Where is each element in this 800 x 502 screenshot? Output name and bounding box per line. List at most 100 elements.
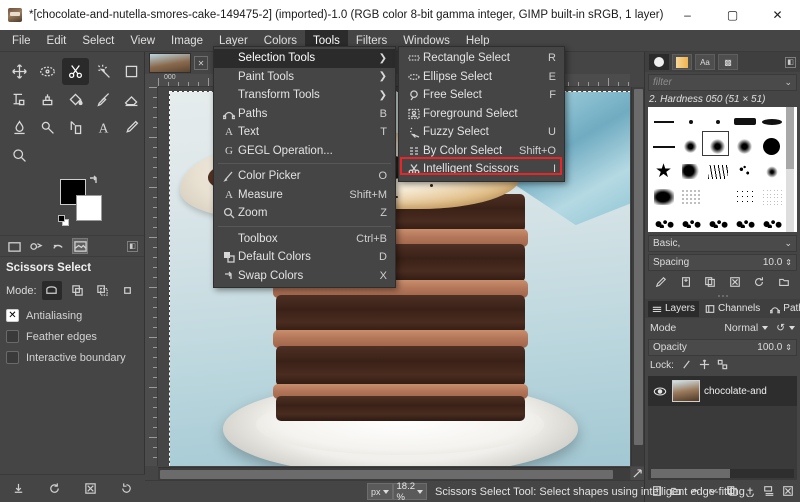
mode-add-button[interactable] [67,281,87,300]
brush-cell[interactable] [650,109,677,134]
chevron-down-icon[interactable] [762,326,769,330]
mode-replace-button[interactable] [41,281,62,300]
brush-cell[interactable] [650,209,677,232]
close-button[interactable]: ✕ [755,0,800,30]
antialiasing-option[interactable]: ✕ Antialiasing [6,309,138,322]
anchor-layer-icon[interactable] [743,484,758,499]
spinner-icon[interactable]: ⇕ [785,258,792,267]
layer-list[interactable]: chocolate-and [648,376,797,480]
eraser-tool[interactable] [118,86,145,113]
brush-grid-scrollbar[interactable] [786,107,794,232]
lock-pixels-icon[interactable] [681,359,692,373]
ellipse-select-tool[interactable] [34,58,61,85]
brush-cell[interactable] [758,184,785,209]
brush-cell[interactable] [704,184,731,209]
navigation-preview-icon[interactable] [631,467,644,480]
feather-edges-option[interactable]: Feather edges [6,330,138,343]
swap-colors-icon[interactable] [89,175,99,185]
menu-item-measure[interactable]: A Measure Shift+M [214,186,395,205]
brush-cell[interactable] [731,209,758,232]
crop-tool[interactable] [118,58,145,85]
menu-item-fuzzy-select[interactable]: Fuzzy Select U [399,123,564,142]
brush-cell[interactable] [731,109,758,134]
brush-cell[interactable] [758,109,785,134]
antialiasing-checkbox[interactable]: ✕ [6,309,19,322]
menu-edit[interactable]: Edit [39,30,75,51]
move-tool[interactable] [6,58,33,85]
brush-cell[interactable] [650,184,677,209]
clone-tool[interactable] [34,86,61,113]
menu-item-paths[interactable]: Paths B [214,105,395,124]
text-tool[interactable]: A [90,114,117,141]
brush-filter-input[interactable]: filter ⌄ [648,74,797,91]
delete-layer-icon[interactable] [780,484,795,499]
layer-list-scrollbar[interactable] [651,469,794,478]
interactive-boundary-option[interactable]: Interactive boundary [6,351,138,364]
brush-cell[interactable] [731,184,758,209]
tab-gradients[interactable] [672,54,692,70]
brush-cell[interactable] [758,209,785,232]
minimize-button[interactable]: – [665,0,710,30]
chevron-down-icon[interactable] [789,326,795,330]
brush-cell[interactable] [677,184,704,209]
pattern-indicator-icon[interactable] [50,238,66,254]
airbrush-tool[interactable] [34,114,61,141]
brush-cell[interactable] [650,134,677,159]
duplicate-brush-icon[interactable] [703,275,718,290]
image-indicator-icon[interactable] [6,238,22,254]
zoom-selector[interactable]: 18.2 % [392,481,428,502]
reset-mode-icon[interactable]: ↺ [776,322,785,334]
brush-dock-menu-icon[interactable]: ◧ [785,56,796,68]
tab-patterns[interactable]: ▩ [718,54,738,70]
smudge-tool[interactable] [6,114,33,141]
background-color-swatch[interactable] [76,195,102,221]
brush-tag-row[interactable]: Basic, ⌄ [648,235,797,252]
brush-cell[interactable] [731,134,758,159]
ruler-corner[interactable] [145,74,158,87]
mode-intersect-button[interactable] [118,281,138,300]
menu-item-ellipse-select[interactable]: Ellipse Select E [399,68,564,87]
feather-edges-checkbox[interactable] [6,330,19,343]
fuzzy-select-tool[interactable] [90,58,117,85]
brush-spacing-row[interactable]: Spacing 10.0 ⇕ [648,254,797,271]
dock-collapse-icon[interactable]: ◧ [127,240,138,252]
save-tool-preset-icon[interactable] [10,480,27,497]
brush-cell[interactable] [704,159,731,184]
close-image-icon[interactable]: ✕ [194,56,208,70]
layer-opacity-row[interactable]: Opacity 100.0 ⇕ [648,339,797,356]
brush-cell[interactable] [677,109,704,134]
vertical-scrollbar[interactable] [631,87,644,466]
new-brush-icon[interactable] [678,275,693,290]
menu-item-free-select[interactable]: Free Select F [399,86,564,105]
bucket-fill-tool[interactable] [62,86,89,113]
brush-cell[interactable] [677,159,704,184]
brush-cell[interactable] [758,134,785,159]
menu-image[interactable]: Image [163,30,211,51]
brush-cell[interactable] [758,159,785,184]
reset-tool-options-icon[interactable] [118,480,135,497]
brush-cell[interactable] [704,209,731,232]
delete-brush-icon[interactable] [727,275,742,290]
menu-item-zoom[interactable]: Zoom Z [214,204,395,223]
brush-cell[interactable] [677,209,704,232]
zoom-tool[interactable] [6,142,33,169]
brush-cell[interactable]: ★ [650,159,677,184]
menu-view[interactable]: View [122,30,163,51]
active-image-thumbnail[interactable] [72,238,88,254]
layer-mode-value[interactable]: Normal [724,322,758,334]
tab-brushes[interactable] [649,54,669,70]
layer-visibility-icon[interactable] [652,384,668,398]
pencil-tool[interactable] [118,114,145,141]
brush-cell[interactable] [677,134,704,159]
menu-item-toolbox[interactable]: Toolbox Ctrl+B [214,230,395,249]
menu-item-color-picker[interactable]: Color Picker O [214,167,395,186]
menu-item-intelligent-scissors[interactable]: Intelligent Scissors I [399,160,564,179]
unit-selector[interactable]: px [367,483,393,500]
lock-alpha-icon[interactable] [717,359,728,373]
menu-item-selection-tools[interactable]: Selection Tools ❯ [214,49,395,68]
chevron-down-icon[interactable]: ⌄ [784,238,792,249]
tab-channels[interactable]: Channels [701,301,764,317]
unified-transform-tool[interactable] [6,86,33,113]
delete-tool-preset-icon[interactable] [82,480,99,497]
lock-position-icon[interactable] [699,358,710,373]
